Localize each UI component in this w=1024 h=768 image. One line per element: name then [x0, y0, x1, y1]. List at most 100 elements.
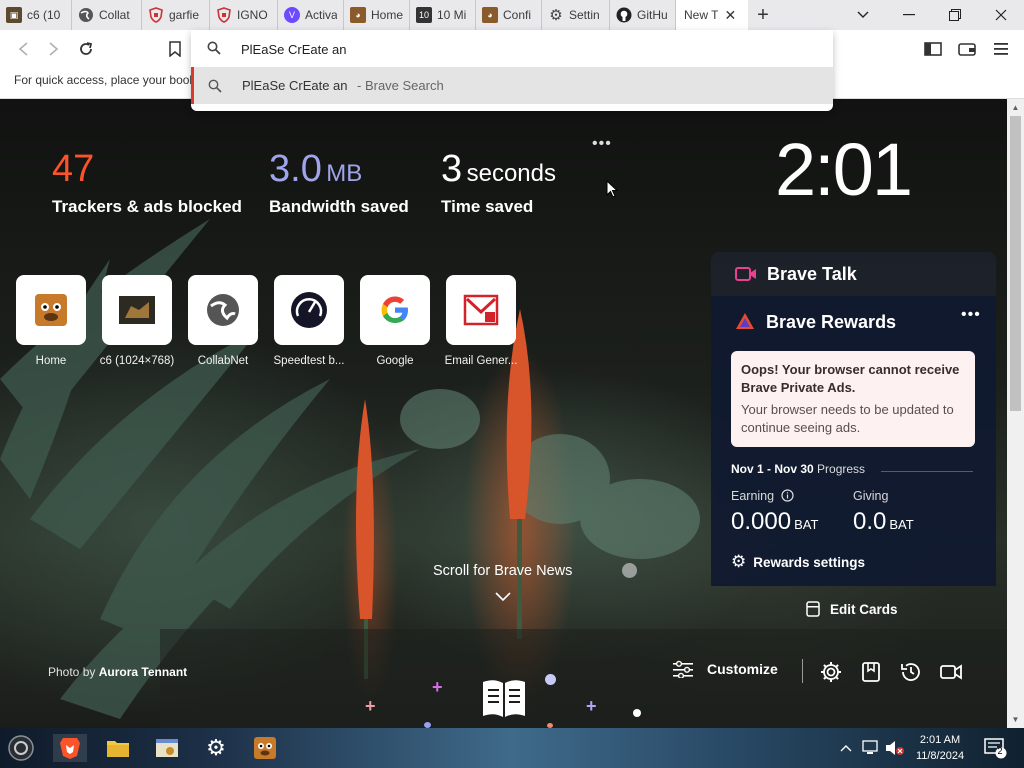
top-site-collabnet[interactable]: CollabNet [180, 275, 266, 367]
info-icon[interactable] [780, 489, 794, 502]
ads-notice-body: Your browser needs to be updated to cont… [741, 402, 954, 435]
volume-muted-icon[interactable] [883, 734, 907, 762]
period-suffix: Progress [813, 462, 866, 476]
minimize-button[interactable] [886, 0, 932, 30]
new-tab-button[interactable]: + [748, 0, 778, 30]
suggestion-engine: - Brave Search [357, 78, 444, 93]
video-camera-icon[interactable] [939, 660, 963, 684]
reload-button[interactable] [75, 38, 97, 60]
dog-icon: ◕ [350, 7, 366, 23]
globe-icon [78, 7, 94, 23]
video-camera-icon [735, 267, 756, 281]
tab-6[interactable]: ◕ Home [344, 0, 410, 30]
taskbar-file-explorer[interactable] [103, 734, 133, 762]
google-icon [360, 275, 430, 345]
bookmarks-icon[interactable] [859, 660, 883, 684]
top-site-email-generator[interactable]: Email Gener... [438, 275, 524, 367]
time-saved-stat: 3 seconds Time saved [441, 149, 556, 217]
tab-search-chevron-icon[interactable] [840, 0, 886, 30]
brave-talk-title: Brave Talk [767, 263, 857, 284]
settings-gear-icon[interactable] [819, 660, 843, 684]
address-input[interactable] [241, 39, 801, 59]
tab-label: c6 (10 [27, 8, 61, 22]
menu-icon[interactable] [990, 38, 1012, 60]
tab-label: Confi [503, 8, 532, 22]
trackers-stat: 47 Trackers & ads blocked [52, 149, 242, 217]
giving-currency: BAT [889, 517, 914, 532]
brave-talk-card[interactable]: Brave Talk [711, 252, 996, 296]
clock: 2:01 [775, 128, 913, 211]
tab-label: IGNO [237, 8, 268, 22]
notification-center-icon[interactable]: 2 [980, 734, 1010, 762]
rewards-more-icon[interactable]: ••• [961, 306, 981, 324]
rewards-period: Nov 1 - Nov 30 Progress [731, 462, 865, 476]
scroll-thumb[interactable] [1010, 116, 1021, 411]
brave-lion-icon [60, 738, 80, 759]
giving-label: Giving [853, 489, 889, 503]
edit-cards-button[interactable]: Edit Cards [806, 601, 898, 617]
start-button[interactable] [4, 734, 38, 762]
back-button[interactable] [12, 38, 34, 60]
restore-button[interactable] [932, 0, 978, 30]
taskbar-dog-app[interactable] [250, 734, 280, 762]
photo-credit: Photo by Aurora Tennant [48, 665, 187, 679]
scroll-for-news[interactable]: Scroll for Brave News [433, 563, 572, 579]
history-icon[interactable] [899, 660, 923, 684]
tab-10[interactable]: GitHu [610, 0, 676, 30]
time-saved-value: 3 [441, 148, 463, 190]
scroll-down-arrow-icon[interactable]: ▼ [1007, 711, 1024, 728]
top-site-home[interactable]: Home [8, 275, 94, 367]
tab-label: Home [371, 8, 403, 22]
email-icon [446, 275, 516, 345]
tab-5[interactable]: V Activa [278, 0, 344, 30]
mouse-cursor-icon [606, 180, 618, 198]
page-scrollbar[interactable]: ▲ ▼ [1007, 99, 1024, 728]
earning-value: 0.000 BAT [731, 508, 818, 536]
brave-rewards-icon [736, 313, 754, 329]
scroll-up-arrow-icon[interactable]: ▲ [1007, 99, 1024, 116]
forward-button[interactable] [43, 38, 65, 60]
photo-credit-author[interactable]: Aurora Tennant [99, 665, 187, 679]
globe-icon [188, 275, 258, 345]
dog-icon [254, 737, 276, 759]
tray-date: 11/8/2024 [915, 750, 965, 762]
chevron-down-icon[interactable] [495, 589, 511, 605]
close-tab-icon[interactable]: ✕ [724, 7, 736, 24]
dot-decoration [545, 674, 556, 685]
top-site-speedtest[interactable]: Speedtest b... [266, 275, 352, 367]
tab-8[interactable]: ◕ Confi [476, 0, 542, 30]
tray-clock[interactable]: 2:01 AM 11/8/2024 [905, 732, 975, 764]
top-site-google[interactable]: Google [352, 275, 438, 367]
taskbar-app[interactable] [152, 734, 182, 762]
tab-9[interactable]: ⚙ Settin [542, 0, 610, 30]
tab-2[interactable]: Collat [72, 0, 142, 30]
tab-1[interactable]: ▣ c6 (10 [0, 0, 72, 30]
tab-4[interactable]: IGNO [210, 0, 278, 30]
suggestion-query: PlEaSe CrEate an [242, 78, 348, 93]
tab-3[interactable]: garfie [142, 0, 210, 30]
taskbar-settings[interactable]: ⚙ [201, 734, 231, 762]
customize-button[interactable]: Customize [673, 660, 778, 678]
close-window-button[interactable] [978, 0, 1024, 30]
tab-label: Collat [99, 8, 130, 22]
tab-7[interactable]: 10 10 Mi [410, 0, 476, 30]
brave-news-icon[interactable] [480, 674, 528, 722]
sidebar-icon[interactable] [922, 38, 944, 60]
taskbar-brave[interactable] [53, 734, 87, 762]
tab-label: Activa [305, 8, 337, 22]
chevron-up-icon[interactable] [836, 734, 856, 762]
gear-icon: ⚙ [206, 735, 226, 760]
new-tab-page: 47 Trackers & ads blocked 3.0 MB Bandwid… [0, 99, 1007, 728]
network-icon[interactable] [858, 734, 882, 762]
bookmarks-hint: For quick access, place your book [14, 73, 196, 87]
giving-amount: 0.0 [853, 508, 887, 535]
tab-new-tab[interactable]: New T ✕ [676, 0, 748, 30]
bookmark-icon[interactable] [164, 38, 186, 60]
rewards-settings-button[interactable]: ⚙ Rewards settings [731, 552, 865, 572]
search-suggestion[interactable]: PlEaSe CrEate an - Brave Search [191, 67, 833, 104]
sparkle-decoration: + [432, 677, 443, 697]
stats-more-icon[interactable]: ••• [592, 135, 612, 153]
wallet-icon[interactable] [956, 38, 978, 60]
top-site-c6[interactable]: c6 (1024×768) [94, 275, 180, 367]
cards-icon [806, 601, 820, 617]
